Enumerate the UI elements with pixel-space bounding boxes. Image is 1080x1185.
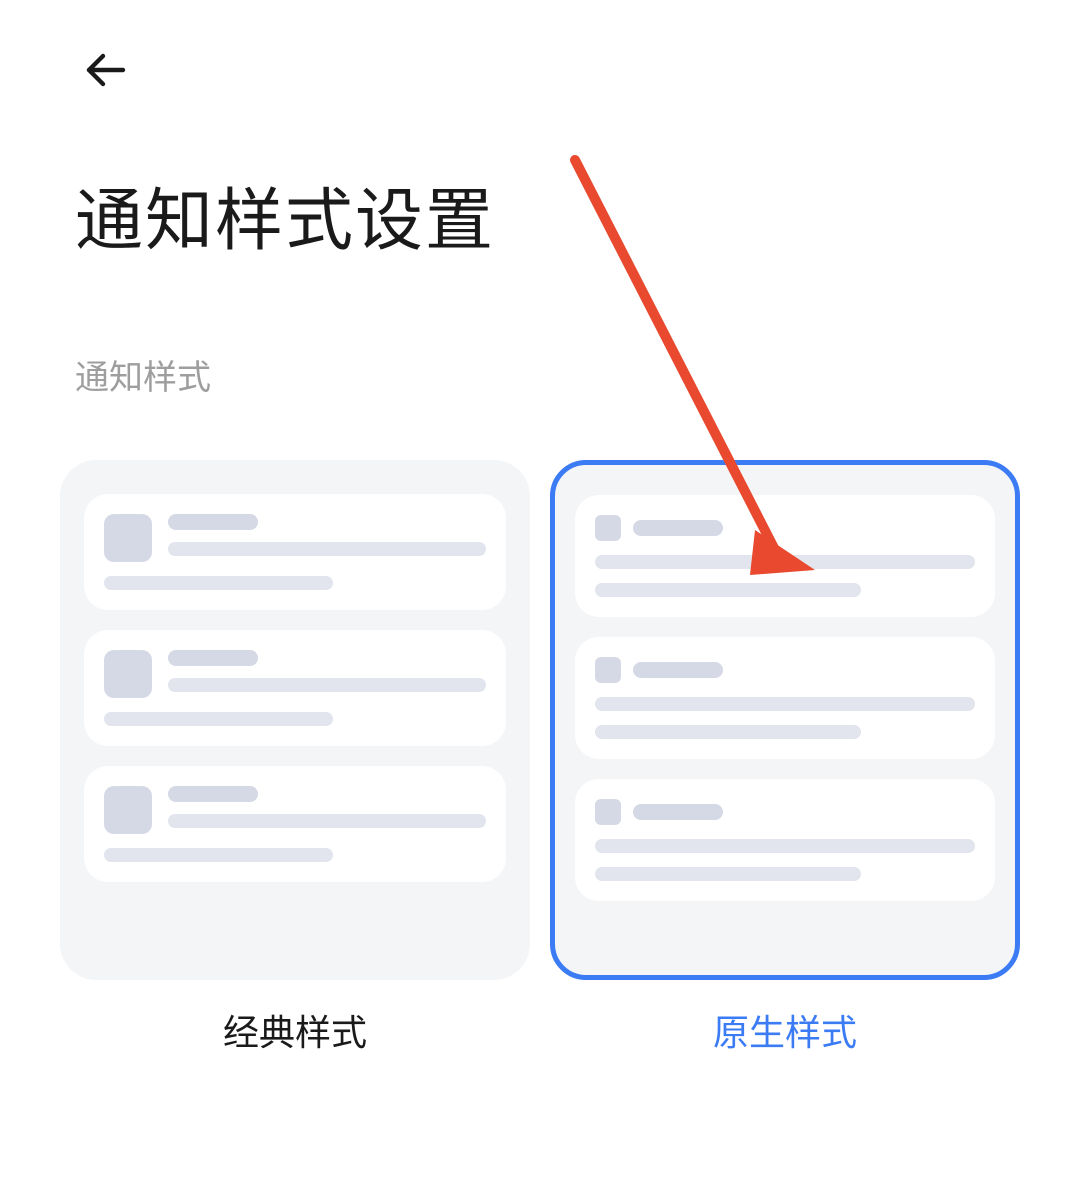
page-title: 通知样式设置 bbox=[75, 165, 495, 264]
option-classic[interactable]: 经典样式 bbox=[60, 460, 530, 1056]
arrow-left-icon bbox=[81, 46, 129, 94]
style-options: 经典样式 bbox=[60, 460, 1020, 1056]
option-native-label: 原生样式 bbox=[550, 1004, 1020, 1056]
app-icon bbox=[595, 515, 621, 541]
app-icon bbox=[595, 657, 621, 683]
preview-classic bbox=[60, 460, 530, 980]
option-native[interactable]: 原生样式 bbox=[550, 460, 1020, 1056]
notification-preview-item bbox=[575, 637, 995, 759]
app-icon bbox=[104, 786, 152, 834]
notification-preview-item bbox=[575, 495, 995, 617]
section-label: 通知样式 bbox=[75, 350, 211, 399]
back-button[interactable] bbox=[75, 40, 135, 100]
option-classic-label: 经典样式 bbox=[60, 1004, 530, 1056]
preview-native bbox=[550, 460, 1020, 980]
notification-preview-item bbox=[84, 494, 506, 610]
app-icon bbox=[104, 514, 152, 562]
app-icon bbox=[595, 799, 621, 825]
notification-preview-item bbox=[575, 779, 995, 901]
notification-preview-item bbox=[84, 766, 506, 882]
app-icon bbox=[104, 650, 152, 698]
notification-preview-item bbox=[84, 630, 506, 746]
